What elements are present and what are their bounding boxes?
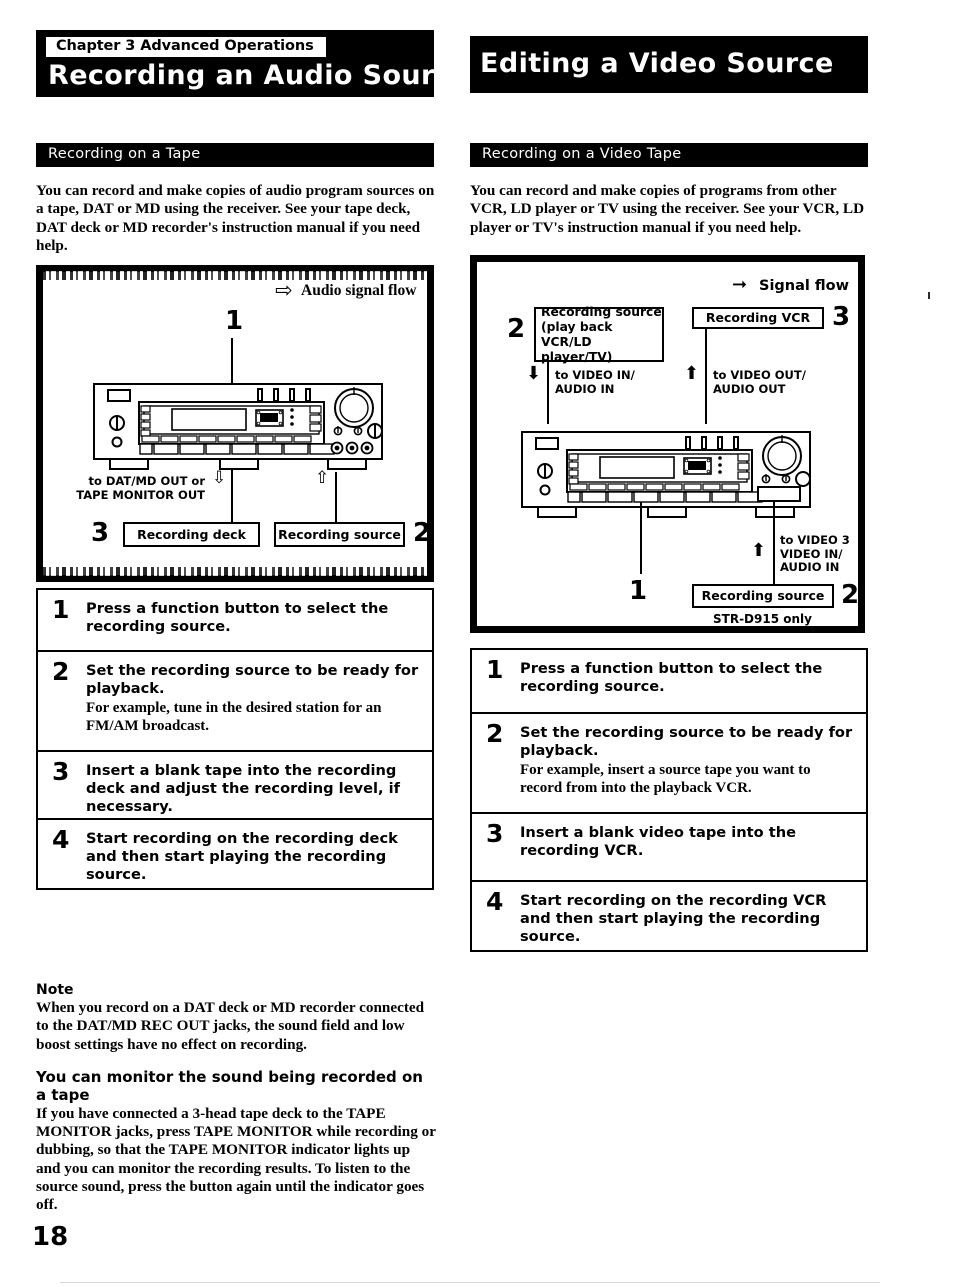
manual-page: Chapter 3 Advanced Operations Recording … — [0, 0, 954, 1287]
receiver-illustration — [93, 383, 383, 470]
step-number: 4 — [486, 887, 504, 916]
step-heading: Set the recording source to be ready for… — [520, 724, 853, 759]
note-body: When you record on a DAT deck or MD reco… — [36, 999, 425, 1053]
model-note-label: STR-D915 only — [713, 612, 812, 626]
step-number: 2 — [486, 719, 504, 748]
right-page-title: Editing a Video Source — [480, 48, 834, 79]
right-callout-3: 3 — [832, 302, 851, 332]
left-section-bar: Recording on a Tape — [36, 143, 434, 167]
step-heading: Press a function button to select the re… — [520, 660, 823, 695]
step-number: 2 — [52, 657, 70, 686]
receiver-illustration — [521, 431, 811, 518]
page-number: 18 — [32, 1222, 69, 1252]
step-number: 1 — [52, 595, 70, 624]
left-diagram: ⇨ Audio signal flow 1 to DAT/MD OUT or T… — [36, 265, 434, 582]
right-box-recording-source-playback: Recording source (play back VCR/LD playe… — [534, 305, 664, 364]
right-section-bar: Recording on a Video Tape — [470, 143, 868, 167]
right-title-banner: Editing a Video Source — [470, 36, 868, 93]
label-to-video3-in: to VIDEO 3 VIDEO IN/ AUDIO IN — [780, 533, 850, 574]
step-item: 2 Set the recording source to be ready f… — [38, 652, 432, 752]
right-steps-list: 1 Press a function button to select the … — [470, 648, 868, 952]
right-box-recording-source: Recording source — [692, 584, 834, 608]
right-callout-2-bottom: 2 — [841, 580, 860, 610]
right-callout-1: 1 — [629, 576, 648, 606]
step-subtext: For example, tune in the desired station… — [86, 700, 382, 734]
step-item: 3 Insert a blank video tape into the rec… — [472, 814, 866, 882]
chapter-tag: Chapter 3 Advanced Operations — [46, 37, 326, 58]
left-callout-1: 1 — [225, 306, 244, 336]
audio-flow-arrow-icon: ⇨ — [275, 278, 293, 302]
step-item: 3 Insert a blank tape into the recording… — [38, 752, 432, 820]
right-down-arrow-icon: ⬇ — [526, 363, 542, 384]
step-heading: Insert a blank tape into the recording d… — [86, 762, 400, 815]
step-heading: Start recording on the recording deck an… — [86, 830, 398, 883]
note-heading: You can monitor the sound being recorded… — [36, 1067, 423, 1105]
left-output-jack-label: to DAT/MD OUT or TAPE MONITOR OUT — [76, 474, 205, 502]
right-video3-connector-line — [773, 500, 775, 592]
note-body: If you have connected a 3-head tape deck… — [36, 1104, 436, 1214]
left-box-recording-source: Recording source — [274, 522, 405, 547]
right-section-bar-label: Recording on a Video Tape — [482, 146, 682, 162]
right-diagram: ➞ Signal flow 2 Recording source (play b… — [470, 255, 865, 633]
audio-flow-legend-label: Audio signal flow — [301, 282, 417, 299]
left-callout-2: 2 — [413, 518, 432, 548]
scan-artifact-tick — [928, 292, 930, 299]
right-box-recording-vcr: Recording VCR — [692, 307, 824, 329]
step-item: 4 Start recording on the recording VCR a… — [472, 882, 866, 950]
left-box-recording-deck: Recording deck — [123, 522, 260, 547]
right-callout-2-top: 2 — [507, 314, 526, 344]
right-up-arrow-icon: ⬆ — [684, 363, 700, 384]
step-item: 1 Press a function button to select the … — [38, 590, 432, 652]
left-steps-list: 1 Press a function button to select the … — [36, 588, 434, 890]
step-item: 2 Set the recording source to be ready f… — [472, 714, 866, 814]
step-heading: Set the recording source to be ready for… — [86, 662, 419, 697]
left-down-arrow-icon: ⇩ — [212, 468, 227, 488]
right-source-connector-line — [547, 362, 549, 424]
video-flow-legend-label: Signal flow — [759, 278, 850, 294]
left-intro-paragraph: You can record and make copies of audio … — [36, 182, 435, 254]
step-number: 3 — [52, 757, 70, 786]
right-intro-paragraph: You can record and make copies of progra… — [470, 182, 865, 236]
right-callout-1-leader — [640, 502, 642, 574]
notes-block: Note When you record on a DAT deck or MD… — [36, 982, 436, 1215]
note-heading: Note — [36, 982, 74, 998]
left-page-title: Recording an Audio Source — [48, 60, 470, 91]
step-item: 1 Press a function button to select the … — [472, 650, 866, 714]
step-heading: Press a function button to select the re… — [86, 600, 389, 635]
step-heading: Insert a blank video tape into the recor… — [520, 824, 797, 859]
step-subtext: For example, insert a source tape you wa… — [520, 762, 811, 796]
right-vcr-connector-line — [705, 329, 707, 424]
step-number: 1 — [486, 655, 504, 684]
label-to-video-out: to VIDEO OUT/ AUDIO OUT — [713, 368, 806, 396]
note-spacer — [36, 1054, 436, 1068]
step-number: 4 — [52, 825, 70, 854]
step-heading: Start recording on the recording VCR and… — [520, 892, 827, 945]
left-title-banner: Chapter 3 Advanced Operations Recording … — [36, 30, 469, 97]
left-up-arrow-icon: ⇧ — [315, 468, 330, 488]
label-to-video-in: to VIDEO IN/ AUDIO IN — [555, 368, 635, 396]
scan-noise-bottom — [43, 567, 427, 576]
video-flow-arrow-icon: ➞ — [732, 274, 748, 295]
step-number: 3 — [486, 819, 504, 848]
left-section-bar-label: Recording on a Tape — [48, 146, 201, 162]
left-callout-3: 3 — [91, 518, 110, 548]
scan-noise-top — [43, 271, 427, 280]
page-bottom-edge — [60, 1282, 880, 1283]
step-item: 4 Start recording on the recording deck … — [38, 820, 432, 888]
right-video3-up-arrow-icon: ⬆ — [751, 540, 767, 561]
